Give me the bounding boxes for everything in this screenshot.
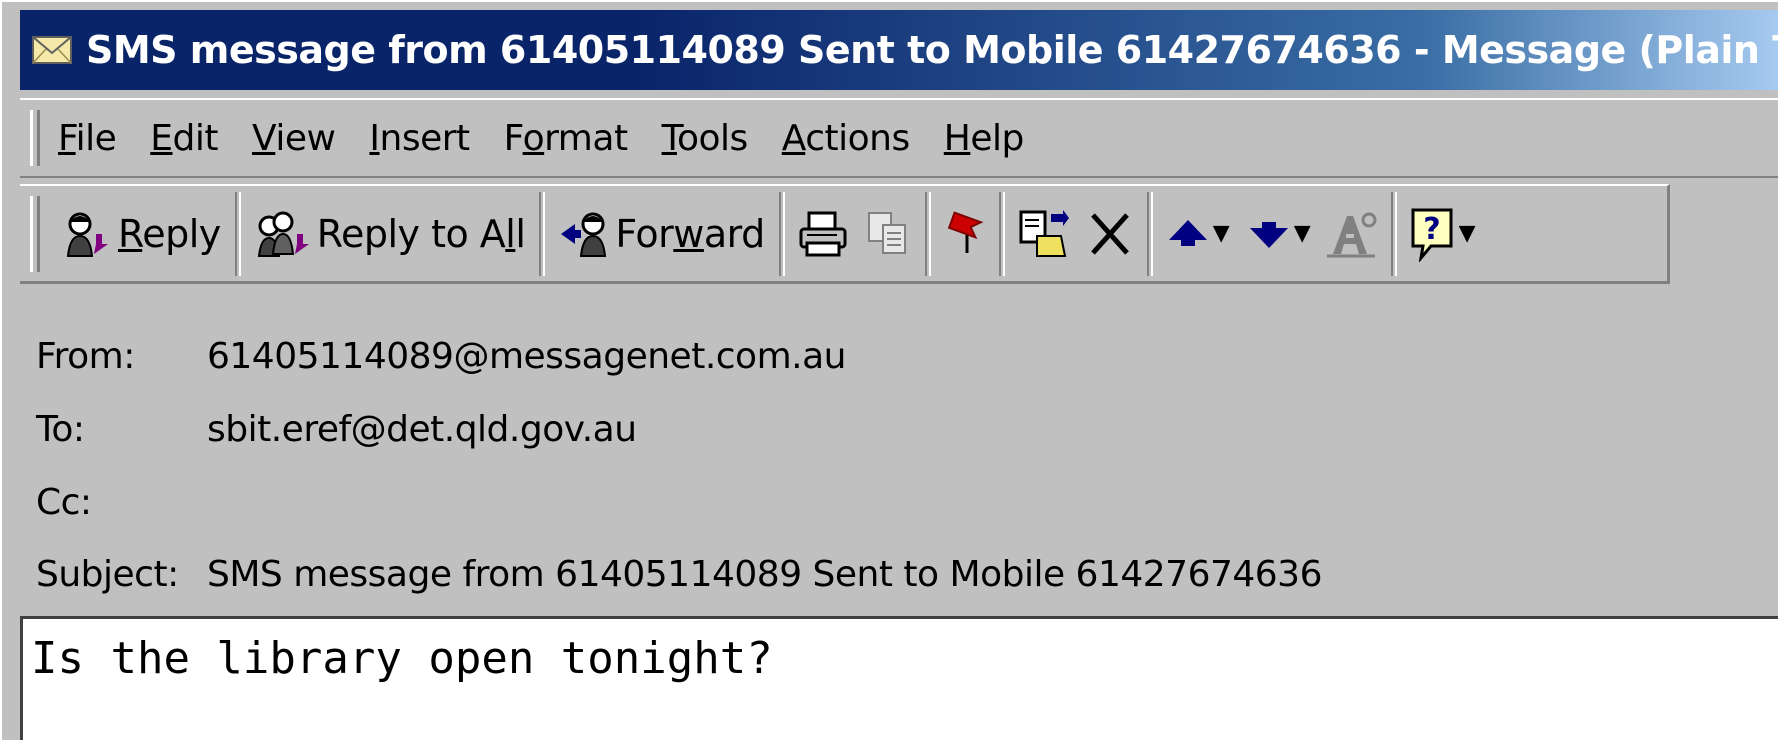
toolbar-separator bbox=[998, 191, 1005, 276]
toolbar-separator bbox=[778, 191, 785, 276]
menu-format[interactable]: Format bbox=[504, 118, 628, 159]
from-label: From: bbox=[36, 336, 135, 377]
reply-all-icon bbox=[257, 211, 309, 257]
forward-button-label: Forward bbox=[615, 211, 765, 256]
address-book-icon bbox=[1326, 212, 1377, 257]
message-window: SMS message from 61405114089 Sent to Mob… bbox=[0, 0, 1778, 740]
message-text: Is the library open tonight? bbox=[31, 633, 773, 684]
from-field[interactable]: 61405114089@messagenet.com.au bbox=[207, 336, 846, 377]
message-body[interactable]: Is the library open tonight? bbox=[20, 616, 1778, 740]
subject-label: Subject: bbox=[36, 554, 179, 595]
menu-actions[interactable]: Actions bbox=[782, 118, 911, 159]
toolbar-options-dropdown[interactable]: ▼ bbox=[1459, 221, 1476, 246]
cc-label: Cc: bbox=[36, 482, 92, 523]
delete-icon bbox=[1090, 212, 1129, 255]
toolbar-separator bbox=[1390, 191, 1397, 276]
reply-button-label: Reply bbox=[118, 211, 221, 256]
reply-all-button[interactable]: Reply to All bbox=[247, 194, 534, 274]
previous-item-icon bbox=[1168, 219, 1207, 246]
help-button[interactable]: ? bbox=[1403, 194, 1463, 274]
toolbar-separator bbox=[924, 191, 931, 276]
address-book-button[interactable] bbox=[1321, 194, 1385, 274]
svg-text:?: ? bbox=[1423, 212, 1440, 247]
standard-toolbar: Reply Reply to All Forward ▼ ▼ ? ▼ bbox=[20, 184, 1670, 284]
reply-all-button-label: Reply to All bbox=[316, 211, 526, 256]
previous-item-dropdown[interactable]: ▼ bbox=[1213, 221, 1230, 246]
window-title: SMS message from 61405114089 Sent to Mob… bbox=[86, 28, 1778, 72]
copy-button[interactable] bbox=[857, 194, 919, 274]
next-item-dropdown[interactable]: ▼ bbox=[1294, 221, 1311, 246]
forward-icon bbox=[561, 212, 607, 257]
flag-icon bbox=[947, 210, 984, 253]
delete-button[interactable] bbox=[1079, 194, 1141, 274]
to-label: To: bbox=[36, 409, 85, 450]
subject-field[interactable]: SMS message from 61405114089 Sent to Mob… bbox=[207, 554, 1323, 595]
move-to-folder-button[interactable] bbox=[1011, 194, 1079, 274]
help-icon: ? bbox=[1411, 208, 1453, 262]
menu-tools[interactable]: Tools bbox=[662, 118, 749, 159]
move-to-folder-icon bbox=[1019, 209, 1069, 257]
to-field[interactable]: sbit.eref@det.qld.gov.au bbox=[207, 409, 637, 450]
next-item-button[interactable] bbox=[1240, 194, 1298, 274]
toolbar-separator bbox=[234, 191, 241, 276]
toolbar-grip[interactable] bbox=[30, 195, 40, 272]
menu-edit[interactable]: Edit bbox=[150, 118, 218, 159]
reply-icon bbox=[66, 212, 108, 257]
reply-button[interactable]: Reply bbox=[54, 194, 229, 274]
previous-item-button[interactable] bbox=[1159, 194, 1217, 274]
copy-icon bbox=[867, 211, 906, 254]
menu-view[interactable]: View bbox=[252, 118, 336, 159]
title-bar[interactable]: SMS message from 61405114089 Sent to Mob… bbox=[20, 10, 1778, 90]
follow-up-flag-button[interactable] bbox=[937, 194, 993, 274]
menu-insert[interactable]: Insert bbox=[369, 118, 470, 159]
envelope-icon bbox=[32, 36, 72, 64]
forward-button[interactable]: Forward bbox=[551, 194, 772, 274]
print-icon bbox=[799, 211, 847, 256]
menu-help[interactable]: Help bbox=[944, 118, 1025, 159]
menu-bar-grip[interactable] bbox=[30, 110, 40, 166]
menu-bar: File Edit View Insert Format Tools Actio… bbox=[20, 98, 1778, 178]
toolbar-separator bbox=[1146, 191, 1153, 276]
print-button[interactable] bbox=[791, 194, 857, 274]
next-item-icon bbox=[1249, 221, 1288, 248]
toolbar-separator bbox=[539, 191, 546, 276]
menu-file[interactable]: File bbox=[58, 118, 117, 159]
